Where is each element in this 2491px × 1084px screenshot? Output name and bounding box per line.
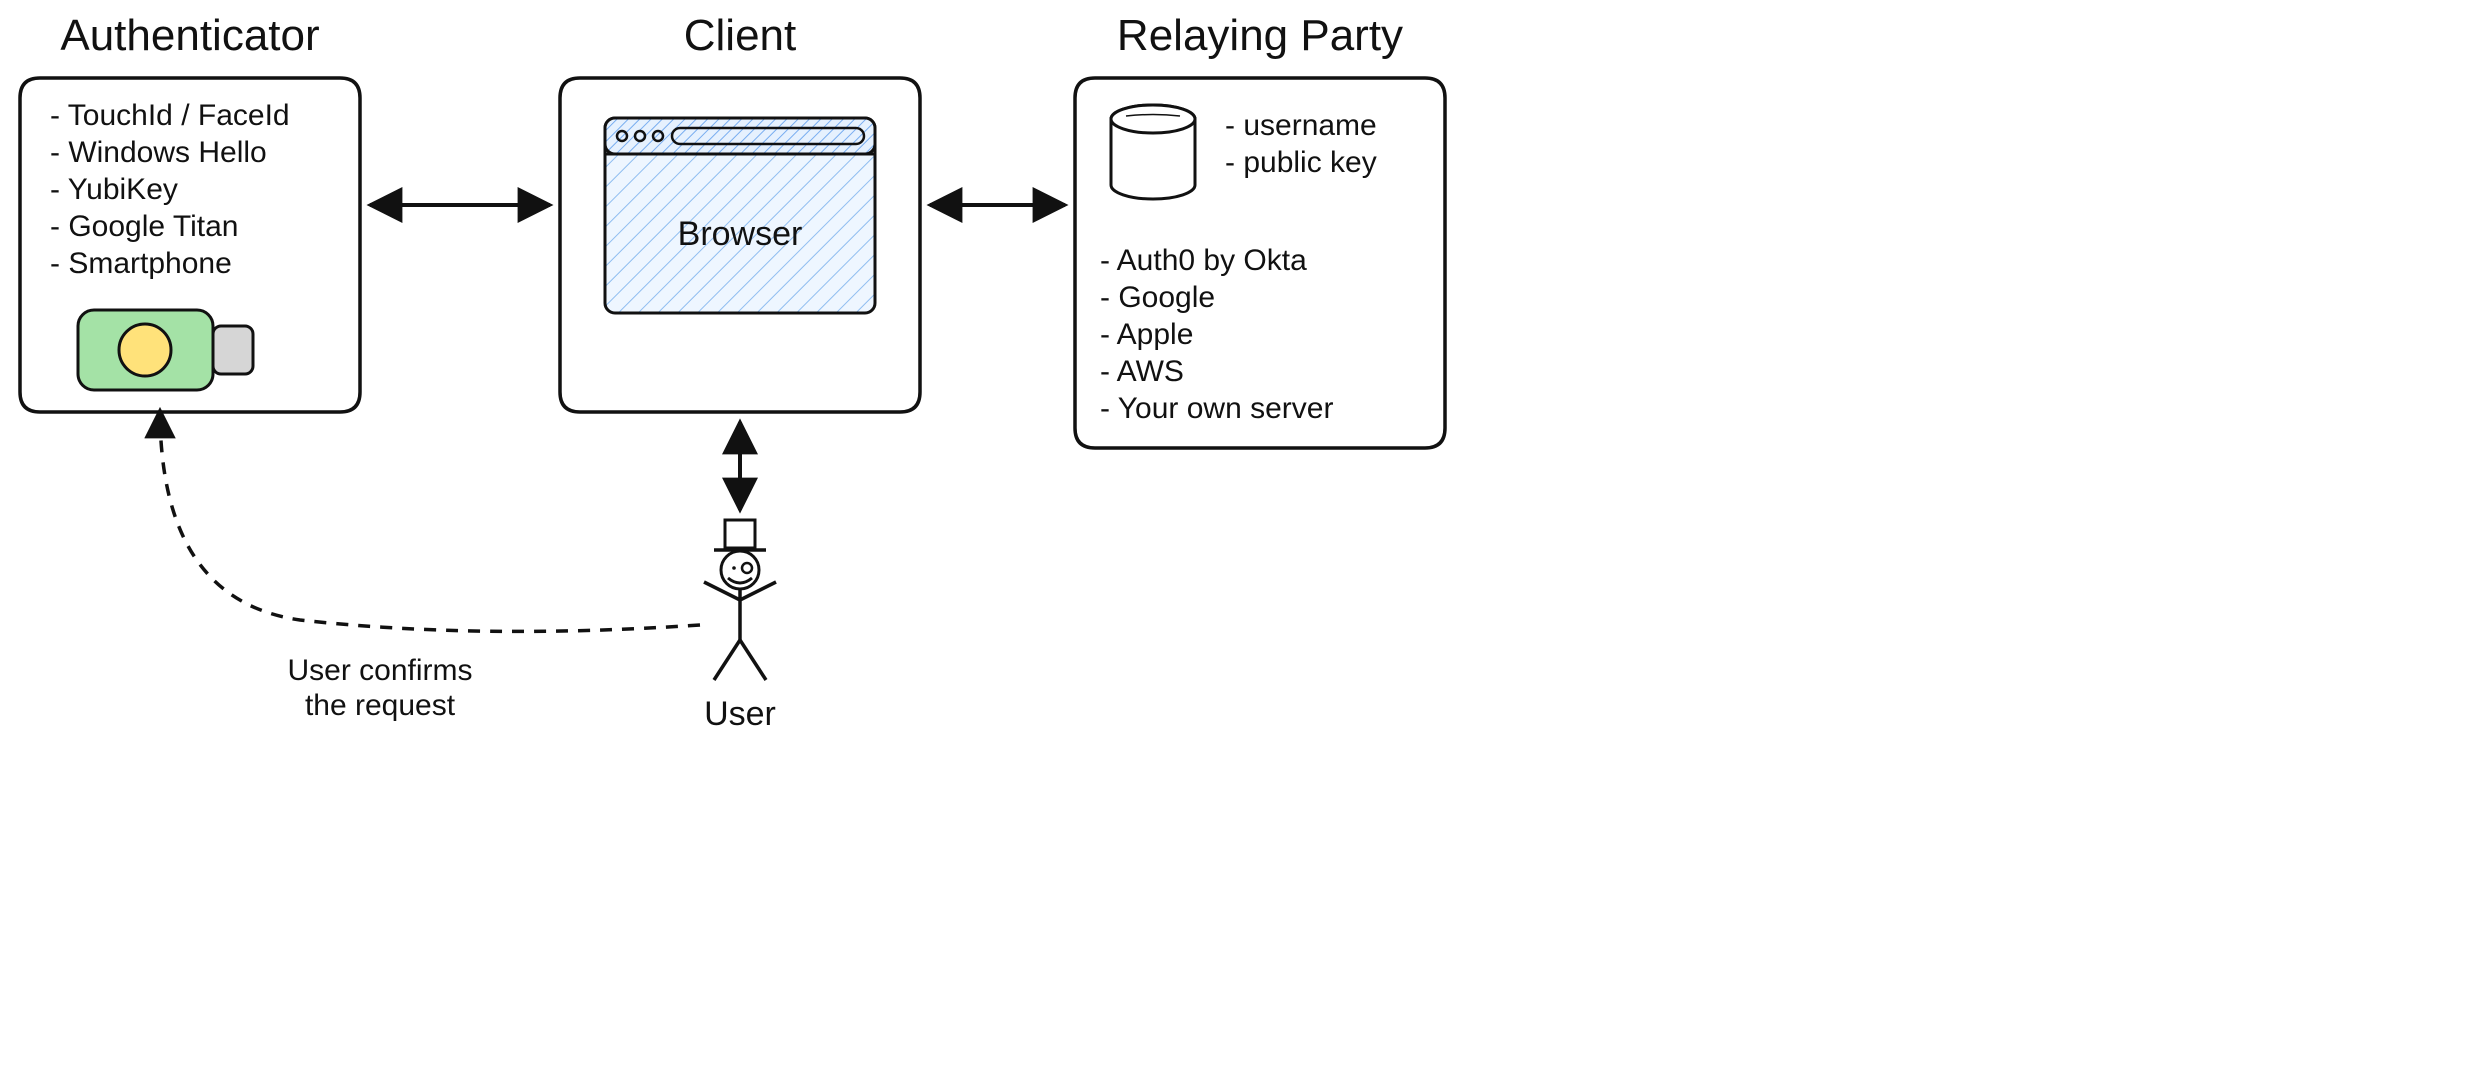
auth-item-2: YubiKey (68, 173, 178, 206)
relying-party-title: Relaying Party (1117, 11, 1403, 60)
user-figure-icon (704, 520, 776, 680)
browser-window-icon: Browser (605, 118, 875, 313)
svg-text:- Your own server: - Your own server (1100, 392, 1333, 425)
svg-text:- username: - username (1225, 109, 1377, 142)
rp-prov-1: Google (1118, 281, 1215, 314)
client-title: Client (684, 11, 797, 60)
database-icon (1111, 105, 1195, 199)
relying-party-box: Relaying Party - username - public key -… (1075, 11, 1445, 448)
rp-stored-1: public key (1243, 146, 1376, 179)
auth-item-3: Google Titan (68, 210, 238, 243)
svg-text:- AWS: - AWS (1100, 355, 1184, 388)
user-label: User (704, 695, 776, 733)
authenticator-box: Authenticator - TouchId / FaceId - Windo… (20, 11, 360, 412)
svg-text:- Windows Hello: - Windows Hello (50, 136, 267, 169)
auth-item-4: Smartphone (68, 247, 231, 280)
svg-text:- Apple: - Apple (1100, 318, 1193, 351)
user-confirms-line1: User confirms (287, 654, 472, 687)
diagram-canvas: Authenticator - TouchId / FaceId - Windo… (0, 0, 2491, 1084)
svg-text:- Google: - Google (1100, 281, 1215, 314)
rp-prov-2: Apple (1117, 318, 1194, 351)
rp-prov-4: Your own server (1118, 392, 1334, 425)
svg-text:- Smartphone: - Smartphone (50, 247, 232, 280)
auth-item-1: Windows Hello (68, 136, 266, 169)
arrow-user-confirms (160, 410, 700, 631)
svg-text:- TouchId / FaceId: - TouchId / FaceId (50, 99, 290, 132)
svg-text:- Auth0 by Okta: - Auth0 by Okta (1100, 244, 1307, 277)
rp-stored-0: username (1243, 109, 1376, 142)
svg-text:- YubiKey: - YubiKey (50, 173, 178, 206)
authenticator-title: Authenticator (60, 11, 319, 60)
svg-text:- Google Titan: - Google Titan (50, 210, 238, 243)
browser-label: Browser (678, 215, 803, 253)
svg-text:- public key: - public key (1225, 146, 1377, 179)
user-confirms-line2: the request (305, 689, 456, 722)
auth-item-0: TouchId / FaceId (68, 99, 290, 132)
rp-prov-0: Auth0 by Okta (1117, 244, 1307, 277)
rp-prov-3: AWS (1117, 355, 1184, 388)
client-box: Client Browser (560, 11, 920, 412)
